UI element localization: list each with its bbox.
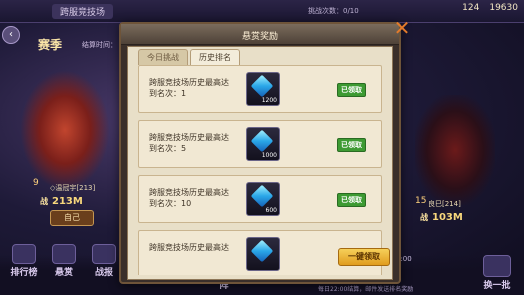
tab-bar: 今日挑战 历史排名 — [138, 49, 240, 65]
reward-modal: 悬赏奖励 ✕ 今日挑战 历史排名 跨服竞技场历史最高达到名次：1 1200 已领… — [119, 18, 410, 284]
currency-a: 124 — [462, 3, 480, 13]
right-player-rank: 15 — [415, 196, 427, 206]
gem-reward[interactable]: 600 — [246, 182, 280, 216]
gem-count: 600 — [265, 207, 277, 214]
diamond-icon — [250, 184, 274, 208]
list-item: 跨服竞技场历史最高达到名次：5 1000 已领取 — [138, 120, 382, 168]
modal-title: 悬赏奖励 — [241, 32, 278, 42]
nav-battle-report[interactable]: 战报 — [88, 244, 120, 291]
gem-count: 1200 — [261, 97, 277, 104]
page-title: 跨服竞技场 — [52, 4, 114, 19]
power-icon: 战 — [420, 213, 428, 222]
challenge-count: 挑战次数：0/10 — [308, 7, 359, 15]
diamond-icon — [250, 129, 274, 153]
claim-all-button[interactable]: 一键领取 — [338, 248, 390, 266]
gem-reward[interactable] — [246, 237, 280, 271]
claimed-badge: 已领取 — [337, 138, 366, 152]
list-item: 跨服竞技场历史最高达到名次：10 600 已领取 — [138, 175, 382, 223]
nav-ranking[interactable]: 排行榜 — [8, 244, 40, 291]
left-player-power: 战 213M — [40, 196, 83, 207]
gem-count: 1000 — [261, 152, 277, 159]
diamond-icon — [250, 74, 274, 98]
self-button[interactable]: 自己 — [50, 210, 94, 226]
tab-history-rank[interactable]: 历史排名 — [190, 49, 240, 65]
modal-header: 悬赏奖励 — [121, 24, 399, 45]
gem-reward[interactable]: 1200 — [246, 72, 280, 106]
bounty-icon — [52, 244, 76, 264]
list-item: 跨服竞技场历史最高达到名次：1 1200 已领取 — [138, 65, 382, 113]
settlement-info: 每日22:00结算，邮件发送排名奖励 — [318, 286, 414, 293]
season-settle-time: 结算时间： — [82, 41, 117, 49]
nav-bounty[interactable]: 悬赏 — [48, 244, 80, 291]
currency-bar: 124 19630 — [462, 3, 518, 13]
diamond-icon — [250, 239, 274, 263]
top-bar: 跨服竞技场 挑战次数：0/10 124 19630 — [0, 0, 524, 23]
ranking-icon — [12, 244, 36, 264]
left-hero-portrait[interactable] — [20, 70, 110, 190]
right-hero-portrait[interactable] — [415, 95, 495, 205]
right-player-name: 良巳[214] — [428, 200, 461, 208]
right-player-power: 战 103M — [420, 212, 463, 223]
gem-reward[interactable]: 1000 — [246, 127, 280, 161]
claimed-badge: 已领取 — [337, 83, 366, 97]
reward-condition: 跨服竞技场历史最高达到名次：5 — [149, 133, 229, 153]
close-icon[interactable]: ✕ — [391, 18, 413, 40]
left-player-name: ◇温冠宇[213] — [50, 184, 96, 192]
back-button[interactable]: ‹ — [2, 26, 20, 44]
season-label: 赛季 — [38, 38, 63, 52]
reward-list[interactable]: 跨服竞技场历史最高达到名次：1 1200 已领取 跨服竞技场历史最高达到名次：5… — [138, 65, 386, 275]
power-icon: 战 — [40, 197, 48, 206]
reward-condition: 跨服竞技场历史最高达到名次：10 — [149, 188, 229, 208]
swap-icon — [483, 255, 511, 277]
swap-button[interactable]: 换一批 — [480, 255, 514, 291]
tab-today-challenge[interactable]: 今日挑战 — [138, 49, 188, 65]
reward-condition: 跨服竞技场历史最高达到名次：1 — [149, 78, 229, 98]
currency-b: 19630 — [489, 3, 518, 13]
modal-body: 今日挑战 历史排名 跨服竞技场历史最高达到名次：1 1200 已领取 跨服竞技场… — [127, 46, 393, 280]
battle-report-icon — [92, 244, 116, 264]
reward-condition: 跨服竞技场历史最高达 — [149, 243, 229, 252]
left-player-rank: 9 — [33, 178, 39, 188]
claimed-badge: 已领取 — [337, 193, 366, 207]
